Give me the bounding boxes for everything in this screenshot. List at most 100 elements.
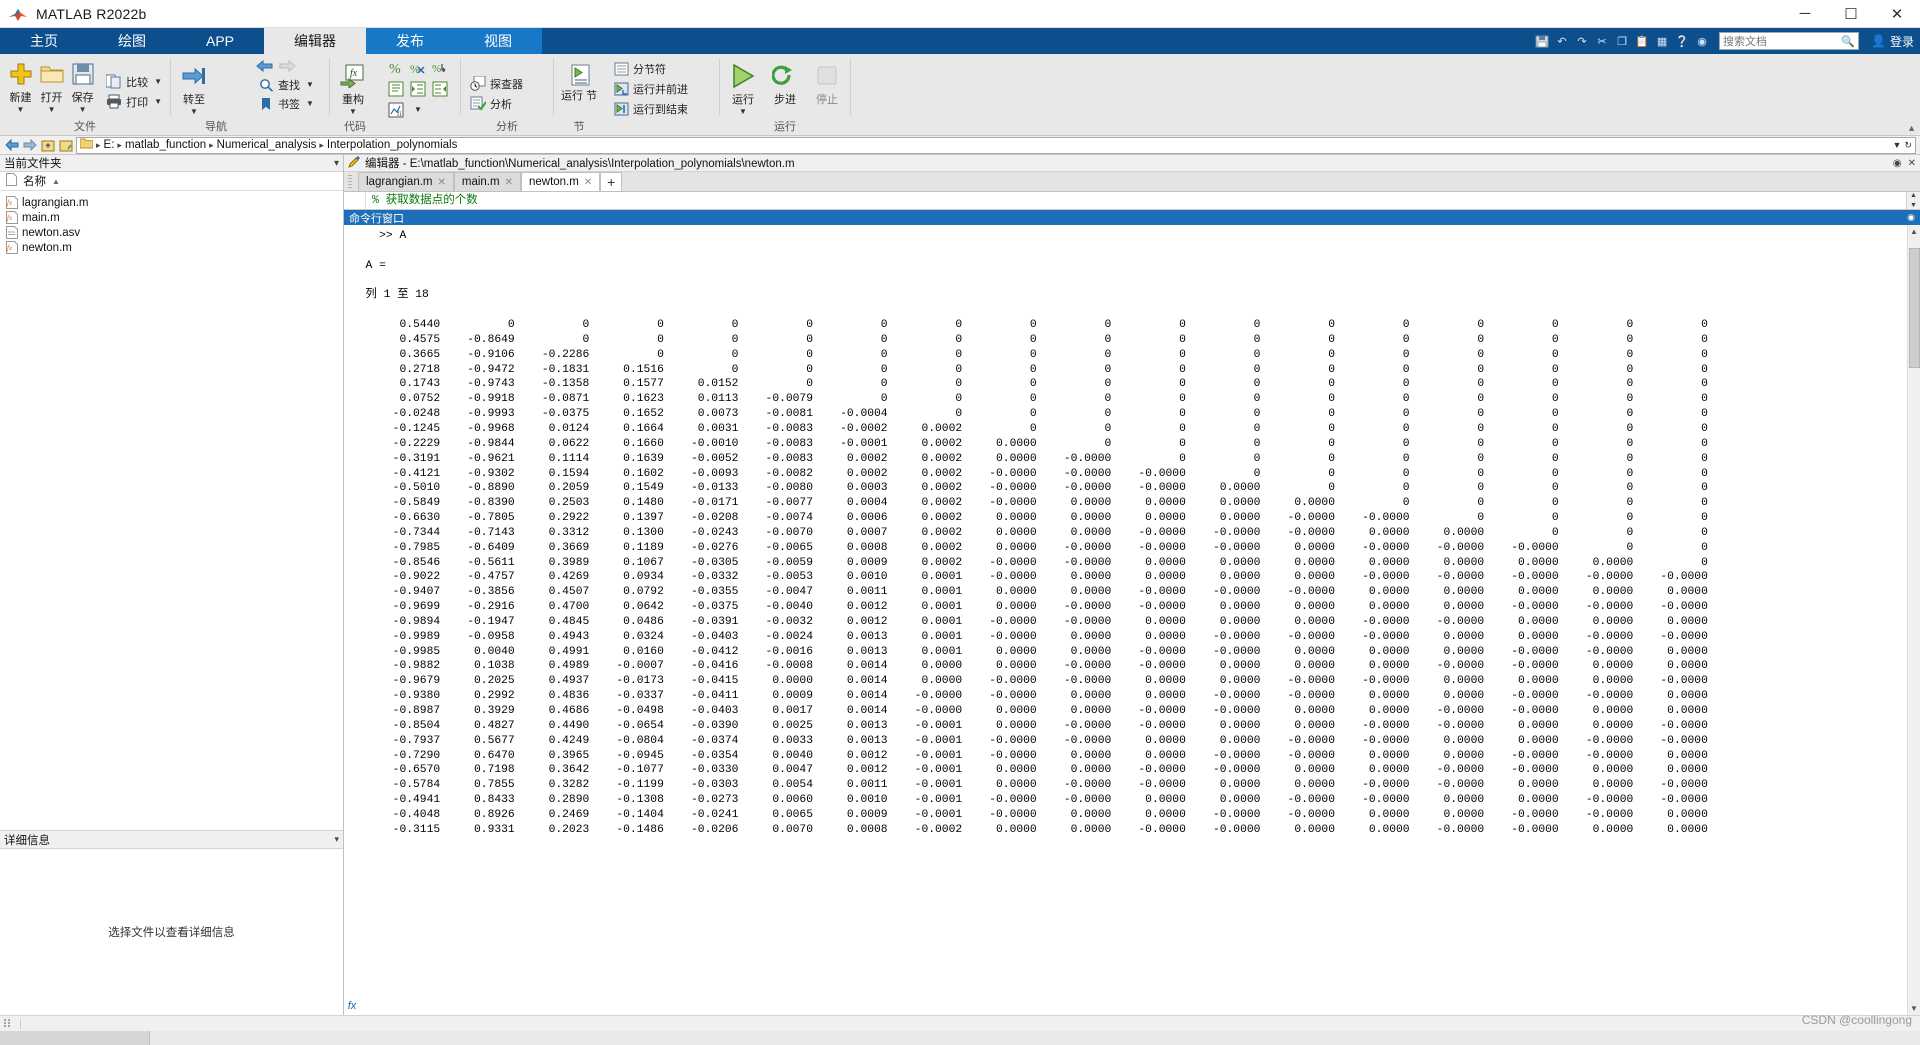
print-button[interactable]: 打印 ▼ [103, 92, 164, 111]
tab-editor[interactable]: 编辑器 [264, 28, 367, 54]
editor-tab-grip[interactable] [348, 175, 352, 189]
editor-options-icon[interactable]: ◉ [1893, 158, 1902, 169]
list-item[interactable]: fx lagrangian.m [0, 195, 343, 210]
run-caret-icon[interactable]: ▼ [739, 108, 747, 116]
path-breadcrumb[interactable]: ▸ E: ▸ matlab_function ▸ Numerical_analy… [76, 136, 1916, 154]
list-item[interactable]: fx main.m [0, 210, 343, 225]
new-file-button[interactable]: 新建 ▼ [6, 58, 35, 114]
doc-search-input[interactable]: 搜索文档 🔍 [1719, 32, 1860, 50]
run-section-button[interactable]: 运行 节 [560, 60, 598, 102]
command-window-scrollbar[interactable]: ▲ ▼ [1907, 225, 1920, 1015]
tab-plots[interactable]: 绘图 [88, 28, 176, 54]
sign-in-button[interactable]: 👤 登录 [1871, 33, 1914, 50]
breadcrumb-matlab-function[interactable]: matlab_function [125, 139, 206, 151]
find-button[interactable]: 查找 ▼ [255, 75, 316, 94]
section-break-button[interactable]: 分节符 [610, 59, 690, 78]
insert-caret-icon[interactable]: ▼ [408, 100, 428, 119]
paste-icon[interactable]: 📋 [1633, 32, 1651, 50]
editor-close-icon[interactable]: ✕ [1908, 158, 1916, 169]
file-name-column-header[interactable]: 名称 [23, 173, 46, 189]
nav-forward-icon[interactable] [22, 138, 37, 153]
bookmark-caret-icon[interactable]: ▼ [306, 99, 314, 108]
up-folder-icon[interactable] [40, 138, 55, 153]
open-file-caret-icon[interactable]: ▼ [48, 106, 56, 114]
copy-icon[interactable]: ❐ [1613, 32, 1631, 50]
command-window-options-icon[interactable]: ◉ [1907, 212, 1915, 223]
refresh-icon[interactable]: ↻ [1904, 140, 1912, 151]
help-icon[interactable]: ❔ [1673, 32, 1691, 50]
redo-icon[interactable]: ↷ [1573, 32, 1591, 50]
sort-ascending-icon[interactable]: ▲ [52, 177, 60, 186]
refactor-button[interactable]: fx 重构 ▼ [336, 60, 370, 116]
indent-right-icon[interactable] [408, 79, 428, 98]
command-window-output[interactable]: >> A A = 列 1 至 18 0.5440 0 0 0 0 0 0 0 0… [344, 225, 1907, 1015]
command-window-body[interactable]: >> A A = 列 1 至 18 0.5440 0 0 0 0 0 0 0 0… [344, 225, 1920, 1015]
uncomment-icon[interactable]: % [408, 58, 428, 77]
tab-newton-m[interactable]: newton.m ✕ [520, 172, 601, 191]
smart-indent-icon[interactable] [386, 79, 406, 98]
step-button[interactable]: 步进 [768, 60, 802, 107]
profiler-button[interactable]: 探查器 [467, 74, 525, 93]
scroll-down-icon[interactable]: ▼ [1910, 202, 1917, 209]
editor-visible-code-line[interactable]: % 获取数据点的个数 [366, 192, 1920, 209]
bookmark-icon [257, 95, 275, 112]
run-to-end-button[interactable]: 运行到结束 [610, 99, 690, 118]
wrap-comment-icon[interactable]: % [430, 58, 450, 77]
back-arrow-icon[interactable] [255, 56, 275, 75]
save-file-button[interactable]: 保存 ▼ [68, 58, 97, 114]
indent-left-icon[interactable] [430, 79, 450, 98]
tab-publish[interactable]: 发布 [366, 28, 455, 54]
close-icon[interactable]: ✕ [505, 177, 513, 188]
insert-function-icon[interactable]: fi [386, 100, 406, 119]
scroll-up-icon[interactable]: ▲ [1910, 192, 1917, 199]
goto-button[interactable]: 转至 ▼ [177, 60, 211, 116]
undo-icon[interactable]: ↶ [1553, 32, 1571, 50]
tab-main-m[interactable]: main.m ✕ [453, 172, 521, 191]
tab-home[interactable]: 主页 [0, 28, 88, 54]
tab-apps[interactable]: APP [176, 28, 264, 54]
compare-button[interactable]: 比较 ▼ [103, 72, 164, 91]
save-quick-icon[interactable] [1533, 32, 1551, 50]
refactor-caret-icon[interactable]: ▼ [349, 108, 357, 116]
community-icon[interactable]: ◉ [1693, 32, 1711, 50]
list-item[interactable]: newton.asv [0, 225, 343, 240]
analyze-button[interactable]: 分析 [467, 94, 525, 113]
close-icon[interactable]: ✕ [584, 177, 592, 188]
open-file-button[interactable]: 打开 ▼ [37, 58, 66, 114]
bookmark-button[interactable]: 书签 ▼ [255, 94, 316, 113]
search-icon[interactable]: 🔍 [1841, 35, 1855, 48]
maximize-button[interactable]: ☐ [1828, 0, 1874, 27]
details-collapse-icon[interactable]: ▾ [334, 834, 339, 845]
new-tab-button[interactable]: + [600, 172, 623, 191]
close-button[interactable]: ✕ [1874, 0, 1920, 27]
breadcrumb-drive[interactable]: E: [104, 139, 115, 151]
scroll-down-icon[interactable]: ▼ [1910, 1004, 1918, 1013]
taskbar-button[interactable] [0, 1031, 150, 1045]
tab-lagrangian-m[interactable]: lagrangian.m ✕ [358, 172, 454, 191]
close-icon[interactable]: ✕ [437, 177, 445, 188]
breadcrumb-numerical-analysis[interactable]: Numerical_analysis [217, 139, 317, 151]
cut-icon[interactable]: ✂ [1593, 32, 1611, 50]
browse-folder-icon[interactable] [58, 138, 73, 153]
run-advance-button[interactable]: 运行并前进 [610, 79, 690, 98]
minimize-button[interactable]: ─ [1782, 0, 1828, 27]
list-item[interactable]: fx newton.m [0, 240, 343, 255]
chevron-down-icon[interactable]: ▼ [1893, 140, 1902, 151]
fx-prompt-icon[interactable]: fx [344, 997, 360, 1015]
panel-options-icon[interactable]: ▾ [334, 158, 339, 169]
find-caret-icon[interactable]: ▼ [306, 80, 314, 89]
breadcrumb-interpolation-polynomials[interactable]: Interpolation_polynomials [327, 139, 457, 151]
run-button[interactable]: 运行 ▼ [726, 60, 760, 116]
scroll-up-icon[interactable]: ▲ [1910, 227, 1918, 236]
tab-view[interactable]: 视图 [454, 28, 543, 54]
print-caret-icon[interactable]: ▼ [154, 97, 162, 106]
layout-icon[interactable]: ▦ [1653, 32, 1671, 50]
ribbon-collapse-icon[interactable]: ▲ [1907, 123, 1916, 133]
new-file-caret-icon[interactable]: ▼ [17, 106, 25, 114]
scrollbar-thumb[interactable] [1908, 248, 1920, 368]
save-file-caret-icon[interactable]: ▼ [79, 106, 87, 114]
goto-caret-icon[interactable]: ▼ [190, 108, 198, 116]
nav-back-icon[interactable] [4, 138, 19, 153]
compare-caret-icon[interactable]: ▼ [154, 77, 162, 86]
comment-percent-icon[interactable]: % [386, 58, 406, 77]
